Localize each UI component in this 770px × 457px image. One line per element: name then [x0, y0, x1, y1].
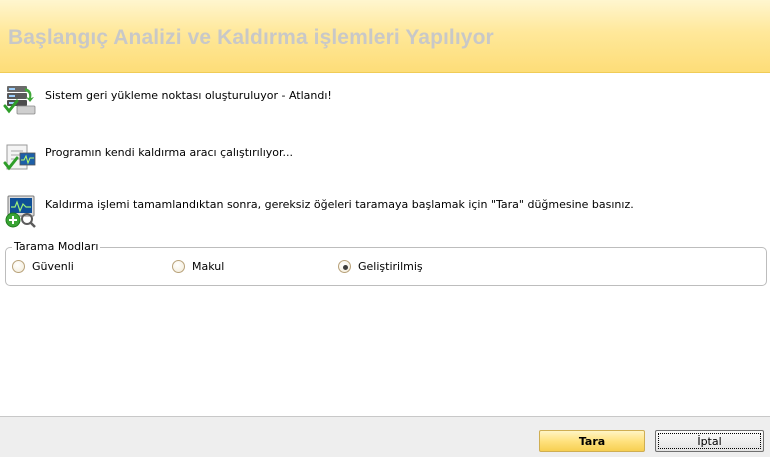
footer-bar: Tara İptal [0, 416, 770, 457]
radio-label[interactable]: Geliştirilmiş [358, 260, 423, 273]
radio-circle[interactable] [338, 260, 351, 273]
scan-button[interactable]: Tara [539, 430, 645, 452]
step-scan-prompt: Kaldırma işlemi tamamlandıktan sonra, ge… [0, 194, 770, 230]
step-uninstaller: Programın kendi kaldırma aracı çalıştırı… [0, 141, 770, 177]
cancel-button[interactable]: İptal [655, 430, 764, 452]
server-restore-check-icon [3, 86, 36, 115]
header-banner: Başlangıç Analizi ve Kaldırma işlemleri … [0, 0, 770, 73]
document-check-icon [3, 144, 36, 171]
scan-modes-legend: Tarama Modları [12, 240, 101, 253]
radio-circle[interactable] [172, 260, 185, 273]
monitor-scan-icon [5, 195, 36, 228]
page-title: Başlangıç Analizi ve Kaldırma işlemleri … [8, 26, 494, 49]
step-text: Sistem geri yükleme noktası oluşturuluyo… [45, 89, 332, 102]
step-text: Kaldırma işlemi tamamlandıktan sonra, ge… [45, 198, 634, 211]
scan-modes-group: Tarama Modları Güvenli Makul Geliştirilm… [5, 240, 767, 286]
step-text: Programın kendi kaldırma aracı çalıştırı… [45, 146, 294, 159]
step-restore-point: Sistem geri yükleme noktası oluşturuluyo… [0, 84, 770, 120]
radio-label[interactable]: Makul [192, 260, 224, 273]
radio-label[interactable]: Güvenli [32, 260, 74, 273]
radio-selected-dot [342, 264, 348, 270]
radio-circle[interactable] [12, 260, 25, 273]
